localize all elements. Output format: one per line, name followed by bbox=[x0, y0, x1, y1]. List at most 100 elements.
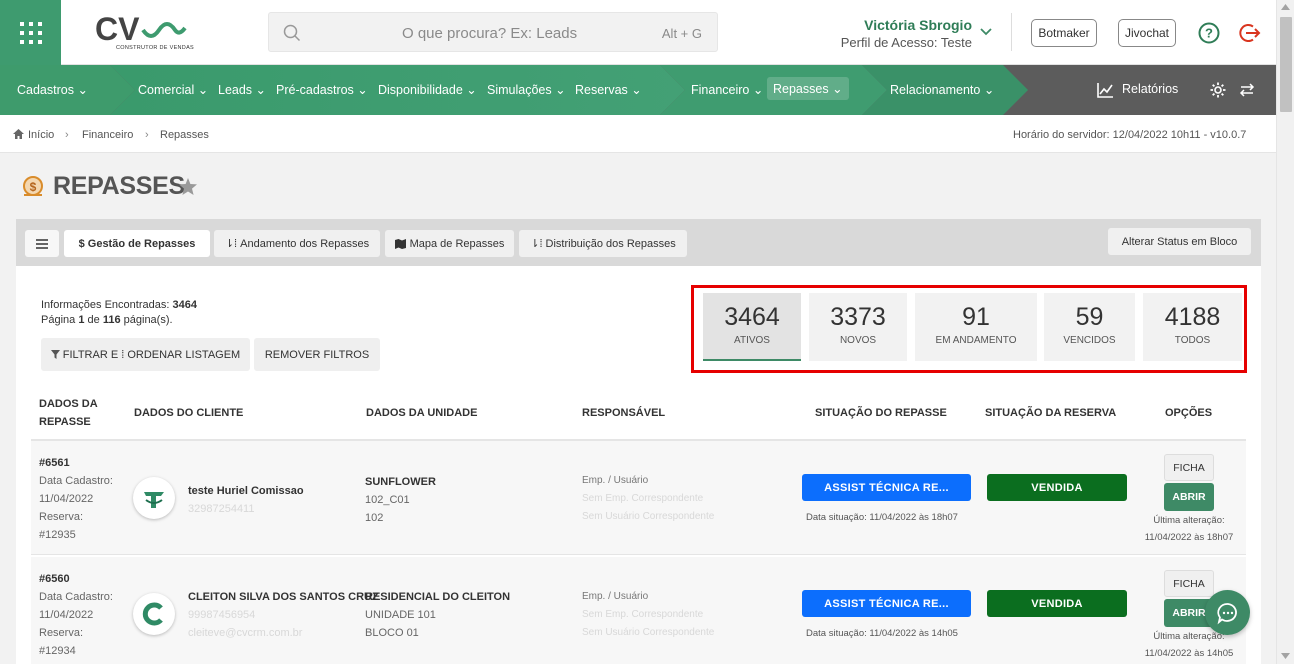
stat-vencidos[interactable]: 59 VENCIDOS bbox=[1044, 293, 1135, 361]
stat-novos[interactable]: 3373 NOVOS bbox=[809, 293, 907, 361]
breadcrumb-separator: › bbox=[145, 129, 149, 141]
page-title: REPASSES bbox=[53, 172, 185, 200]
ficha-button[interactable]: FICHA bbox=[1164, 454, 1214, 481]
header-divider bbox=[1011, 13, 1012, 51]
svg-text:$: $ bbox=[30, 180, 37, 194]
user-profile: Perfil de Acesso: Teste bbox=[840, 35, 972, 50]
repasses-panel: $ Gestão de Repasses ⇂⁞ Andamento dos Rep… bbox=[16, 219, 1261, 664]
scroll-down-arrow-icon[interactable] bbox=[1281, 653, 1290, 659]
repasse-status-date: Data situação: 11/04/2022 às 14h05 bbox=[806, 628, 958, 639]
filter-icon bbox=[50, 350, 60, 359]
responsavel-info: Emp. / Usuário Sem Emp. Correspondente S… bbox=[582, 475, 715, 522]
remove-filters-button[interactable]: REMOVER FILTROS bbox=[254, 338, 380, 371]
avatar bbox=[133, 477, 175, 519]
stat-em-andamento[interactable]: 91 EM ANDAMENTO bbox=[915, 293, 1037, 361]
nav-cadastros[interactable]: Cadastros ⌄ bbox=[17, 82, 88, 97]
sort-icon: ⇂⁞ bbox=[530, 238, 543, 250]
col-dados-repasse[interactable]: DADOS DA REPASSE bbox=[39, 395, 98, 431]
nav-pre-cadastros[interactable]: Pré-cadastros ⌄ bbox=[276, 82, 368, 97]
tab-mapa-repasses[interactable]: Mapa de Repasses bbox=[385, 230, 514, 257]
breadcrumb-repasses[interactable]: Repasses bbox=[160, 129, 209, 141]
botmaker-button[interactable]: Botmaker bbox=[1031, 19, 1097, 47]
app-window: CV CONSTRUTOR DE VENDAS O que procura? E… bbox=[0, 0, 1276, 664]
chart-line-icon[interactable] bbox=[1097, 82, 1114, 98]
tab-gestao-repasses[interactable]: $ Gestão de Repasses bbox=[64, 230, 210, 257]
swap-icon[interactable] bbox=[1239, 82, 1255, 98]
user-menu[interactable]: Victória Sbrogio Perfil de Acesso: Teste bbox=[820, 17, 972, 50]
client-logo-icon bbox=[142, 602, 163, 626]
nav-relatorios[interactable]: Relatórios bbox=[1122, 82, 1178, 96]
repasse-status-badge[interactable]: ASSIST TÉCNICA RE... bbox=[802, 590, 971, 617]
breadcrumb-separator: › bbox=[65, 129, 69, 141]
col-dados-unidade[interactable]: DADOS DA UNIDADE bbox=[366, 404, 477, 422]
apps-menu-button[interactable] bbox=[0, 0, 61, 65]
map-icon bbox=[394, 238, 406, 249]
stat-todos[interactable]: 4188 TODOS bbox=[1143, 293, 1242, 361]
vertical-scrollbar[interactable] bbox=[1276, 0, 1294, 664]
col-dados-cliente[interactable]: DADOS DO CLIENTE bbox=[134, 404, 243, 422]
hamburger-icon bbox=[36, 238, 48, 249]
search-icon bbox=[283, 24, 301, 42]
chat-bubble-icon bbox=[1216, 602, 1237, 624]
unit-info: RESIDENCIAL DO CLEITON UNIDADE 101 BLOCO… bbox=[365, 591, 511, 639]
tab-andamento-repasses[interactable]: ⇂⁞ Andamento dos Repasses bbox=[214, 230, 380, 257]
nav-reservas[interactable]: Reservas ⌄ bbox=[575, 82, 642, 97]
logout-icon[interactable] bbox=[1239, 22, 1261, 44]
nav-relacionamento[interactable]: Relacionamento ⌄ bbox=[890, 82, 994, 97]
tab-bar: $ Gestão de Repasses ⇂⁞ Andamento dos Rep… bbox=[16, 219, 1261, 266]
tab-distribuicao-repasses[interactable]: ⇂⁞ Distribuição dos Repasses bbox=[519, 230, 687, 257]
logo-subtext: CONSTRUTOR DE VENDAS bbox=[116, 45, 195, 51]
repasses-page-icon: $ bbox=[23, 176, 43, 196]
col-situacao-repasse[interactable]: SITUAÇÃO DO REPASSE bbox=[815, 404, 947, 422]
col-responsavel[interactable]: RESPONSÁVEL bbox=[582, 404, 665, 422]
nav-simulacoes[interactable]: Simulações ⌄ bbox=[487, 82, 566, 97]
reserva-status-badge[interactable]: VENDIDA bbox=[987, 474, 1127, 501]
scrollbar-thumb[interactable] bbox=[1280, 17, 1292, 112]
nav-repasses[interactable]: Repasses ⌄ bbox=[767, 77, 849, 100]
table-row[interactable]: #6561 Data Cadastro: 11/04/2022 Reserva:… bbox=[31, 441, 1246, 555]
breadcrumb-home[interactable]: Início bbox=[28, 129, 54, 141]
home-icon bbox=[13, 129, 24, 139]
main-nav: Cadastros ⌄ Comercial ⌄ Leads ⌄ Pré-cada… bbox=[0, 65, 1276, 115]
favorite-star-icon[interactable] bbox=[178, 177, 198, 196]
gear-icon[interactable] bbox=[1209, 81, 1227, 99]
alterar-status-bloco-button[interactable]: Alterar Status em Bloco bbox=[1108, 228, 1251, 255]
status-summary: 3464 ATIVOS 3373 NOVOS 91 EM ANDAMENTO 59 VE… bbox=[691, 285, 1247, 373]
search-shortcut: Alt + G bbox=[661, 26, 702, 41]
abrir-button[interactable]: ABRIR bbox=[1164, 483, 1214, 511]
avatar bbox=[133, 593, 175, 635]
stat-ativos[interactable]: 3464 ATIVOS bbox=[703, 293, 801, 361]
repasse-status-badge[interactable]: ASSIST TÉCNICA RE... bbox=[802, 474, 971, 501]
search-placeholder: O que procura? Ex: Leads bbox=[402, 25, 578, 42]
responsavel-info: Emp. / Usuário Sem Emp. Correspondente S… bbox=[582, 591, 715, 638]
filter-order-button[interactable]: FILTRAR E ⁞ ORDENAR LISTAGEM bbox=[41, 338, 250, 371]
menu-toggle-button[interactable] bbox=[25, 230, 59, 257]
last-change: Última alteração: 11/04/2022 às 18h07 bbox=[1144, 515, 1234, 543]
nav-leads[interactable]: Leads ⌄ bbox=[218, 82, 266, 97]
user-name: Victória Sbrogio bbox=[864, 17, 972, 33]
breadcrumb-financeiro[interactable]: Financeiro bbox=[82, 129, 133, 141]
top-header: CV CONSTRUTOR DE VENDAS O que procura? E… bbox=[0, 0, 1276, 65]
repasse-status-date: Data situação: 11/04/2022 às 18h07 bbox=[806, 512, 958, 523]
nav-financeiro[interactable]: Financeiro ⌄ bbox=[691, 82, 763, 97]
client-logo-icon bbox=[144, 492, 164, 508]
scroll-up-arrow-icon[interactable] bbox=[1281, 4, 1290, 10]
nav-disponibilidade[interactable]: Disponibilidade ⌄ bbox=[378, 82, 477, 97]
logo-text: CV bbox=[95, 12, 140, 46]
client-info: CLEITON SILVA DOS SANTOS CRUZ 9998745695… bbox=[188, 591, 379, 639]
chat-button[interactable] bbox=[1205, 590, 1250, 635]
reserva-status-badge[interactable]: VENDIDA bbox=[987, 590, 1127, 617]
svg-text:?: ? bbox=[1205, 26, 1213, 41]
global-search[interactable]: O que procura? Ex: Leads Alt + G bbox=[268, 12, 718, 52]
chevron-down-icon[interactable] bbox=[980, 26, 992, 36]
sort-icon: ⇂⁞ bbox=[224, 238, 238, 250]
nav-comercial[interactable]: Comercial ⌄ bbox=[138, 82, 208, 97]
col-opcoes: OPÇÕES bbox=[1165, 407, 1213, 419]
table-row[interactable]: #6560 Data Cadastro: 11/04/2022 Reserva:… bbox=[31, 557, 1246, 664]
repasse-info: #6560 Data Cadastro: 11/04/2022 Reserva:… bbox=[39, 573, 113, 657]
jivochat-button[interactable]: Jivochat bbox=[1118, 19, 1176, 47]
col-situacao-reserva[interactable]: SITUAÇÃO DA RESERVA bbox=[985, 404, 1116, 422]
help-icon[interactable]: ? bbox=[1198, 22, 1220, 44]
repasse-info: #6561 Data Cadastro: 11/04/2022 Reserva:… bbox=[39, 457, 113, 541]
ficha-button[interactable]: FICHA bbox=[1164, 570, 1214, 597]
